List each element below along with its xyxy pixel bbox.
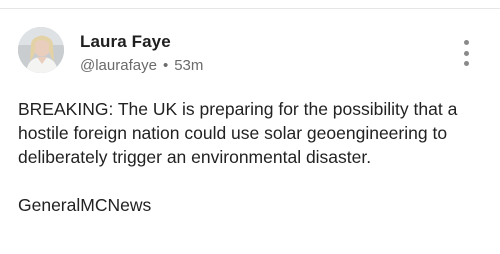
post-timestamp[interactable]: 53m [174, 57, 203, 74]
avatar[interactable] [18, 27, 64, 73]
author-handle[interactable]: @laurafaye [80, 57, 157, 74]
more-dot [463, 40, 469, 45]
post-body: BREAKING: The UK is preparing for the po… [18, 99, 458, 215]
author-meta: @laurafaye • 53m [80, 57, 203, 74]
more-dot [463, 50, 469, 56]
more-dot [463, 61, 469, 66]
author-name[interactable]: Laura Faye [80, 32, 171, 52]
post-card-frame: Laura Faye @laurafaye • 53m BREAKING: The … [0, 0, 500, 254]
meta-separator: • [162, 57, 169, 74]
more-vertical-icon[interactable] [456, 40, 476, 66]
avatar-image [18, 27, 64, 73]
post-card[interactable]: Laura Faye @laurafaye • 53m BREAKING: The … [0, 9, 500, 254]
